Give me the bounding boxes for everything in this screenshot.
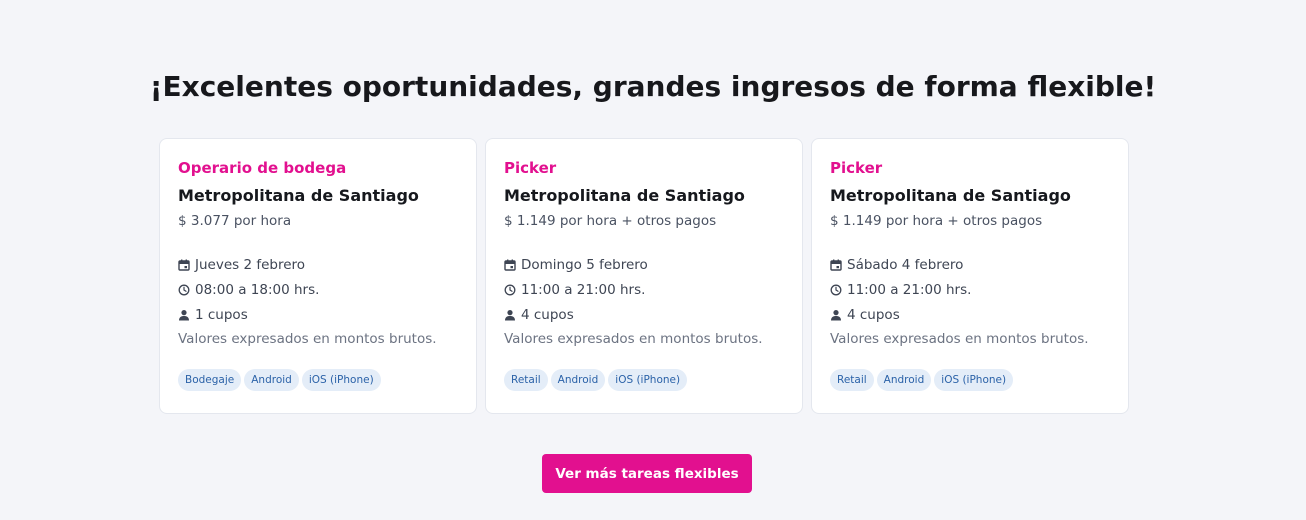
job-note: Valores expresados en montos brutos. bbox=[178, 331, 437, 347]
job-card[interactable]: Picker Metropolitana de Santiago $ 1.149… bbox=[485, 138, 803, 414]
job-pay: $ 3.077 por hora bbox=[178, 213, 292, 229]
job-role: Operario de bodega bbox=[178, 159, 347, 177]
job-note: Valores expresados en montos brutos. bbox=[504, 331, 763, 347]
person-icon bbox=[178, 309, 190, 321]
job-tags: Bodegaje Android iOS (iPhone) bbox=[178, 369, 458, 391]
page-title: ¡Excelentes oportunidades, grandes ingre… bbox=[149, 70, 1157, 103]
calendar-icon bbox=[178, 259, 190, 271]
tag: iOS (iPhone) bbox=[608, 369, 688, 391]
job-location: Metropolitana de Santiago bbox=[178, 186, 419, 205]
job-location: Metropolitana de Santiago bbox=[830, 186, 1071, 205]
job-spots-row: 4 cupos bbox=[504, 302, 784, 327]
job-pay: $ 1.149 por hora + otros pagos bbox=[830, 213, 1043, 229]
page: ¡Excelentes oportunidades, grandes ingre… bbox=[0, 0, 1306, 520]
clock-icon bbox=[830, 284, 842, 296]
job-date-row: Domingo 5 febrero bbox=[504, 252, 784, 277]
tag: Retail bbox=[830, 369, 874, 391]
tag: Android bbox=[550, 369, 606, 391]
job-card[interactable]: Picker Metropolitana de Santiago $ 1.149… bbox=[811, 138, 1129, 414]
job-date: Jueves 2 febrero bbox=[195, 256, 306, 273]
job-date-row: Jueves 2 febrero bbox=[178, 252, 458, 277]
job-time: 11:00 a 21:00 hrs. bbox=[521, 281, 646, 298]
job-time-row: 11:00 a 21:00 hrs. bbox=[504, 277, 784, 302]
person-icon bbox=[504, 309, 516, 321]
job-time: 08:00 a 18:00 hrs. bbox=[195, 281, 320, 298]
job-tags: Retail Android iOS (iPhone) bbox=[504, 369, 784, 391]
tag: iOS (iPhone) bbox=[301, 369, 381, 391]
job-note: Valores expresados en montos brutos. bbox=[830, 331, 1089, 347]
job-date: Domingo 5 febrero bbox=[521, 256, 648, 273]
tag: Bodegaje bbox=[178, 369, 242, 391]
job-cards: Operario de bodega Metropolitana de Sant… bbox=[159, 138, 1129, 414]
job-details: Sábado 4 febrero 11:00 a 21:00 hrs. 4 cu… bbox=[830, 252, 1110, 352]
calendar-icon bbox=[830, 259, 842, 271]
job-details: Domingo 5 febrero 11:00 a 21:00 hrs. 4 c… bbox=[504, 252, 784, 352]
clock-icon bbox=[504, 284, 516, 296]
job-spots-row: 1 cupos bbox=[178, 302, 458, 327]
job-spots: 4 cupos bbox=[521, 306, 574, 323]
job-tags: Retail Android iOS (iPhone) bbox=[830, 369, 1110, 391]
tag: iOS (iPhone) bbox=[934, 369, 1014, 391]
job-date-row: Sábado 4 febrero bbox=[830, 252, 1110, 277]
tag: Android bbox=[244, 369, 299, 391]
job-card[interactable]: Operario de bodega Metropolitana de Sant… bbox=[159, 138, 477, 414]
job-spots-row: 4 cupos bbox=[830, 302, 1110, 327]
clock-icon bbox=[178, 284, 190, 296]
job-spots: 1 cupos bbox=[195, 306, 248, 323]
job-pay: $ 1.149 por hora + otros pagos bbox=[504, 213, 717, 229]
job-role: Picker bbox=[504, 159, 557, 177]
person-icon bbox=[830, 309, 842, 321]
job-time-row: 08:00 a 18:00 hrs. bbox=[178, 277, 458, 302]
job-role: Picker bbox=[830, 159, 883, 177]
job-date: Sábado 4 febrero bbox=[847, 256, 964, 273]
job-details: Jueves 2 febrero 08:00 a 18:00 hrs. 1 cu… bbox=[178, 252, 458, 352]
job-time: 11:00 a 21:00 hrs. bbox=[847, 281, 972, 298]
job-time-row: 11:00 a 21:00 hrs. bbox=[830, 277, 1110, 302]
job-location: Metropolitana de Santiago bbox=[504, 186, 745, 205]
tag: Android bbox=[876, 369, 932, 391]
tag: Retail bbox=[504, 369, 548, 391]
calendar-icon bbox=[504, 259, 516, 271]
job-spots: 4 cupos bbox=[847, 306, 900, 323]
view-more-tasks-button[interactable]: Ver más tareas flexibles bbox=[542, 454, 752, 493]
